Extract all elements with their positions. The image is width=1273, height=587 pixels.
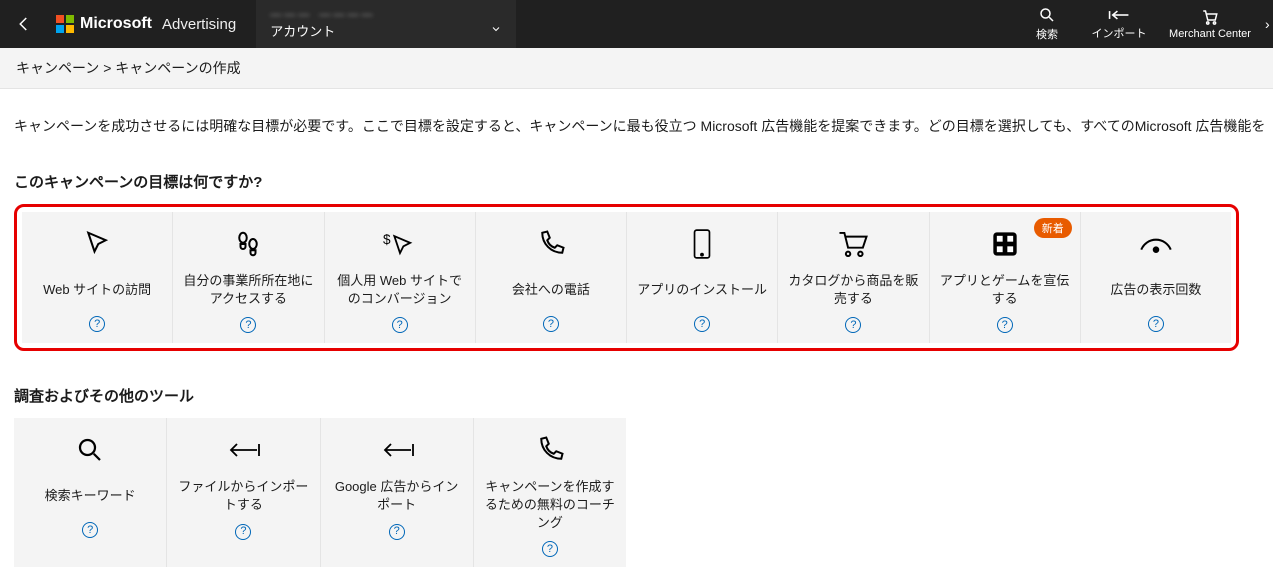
more-indicator: › — [1265, 16, 1273, 32]
tool-import-google[interactable]: Google 広告からインポート ? — [321, 418, 474, 567]
microsoft-logo-icon — [56, 15, 74, 33]
svg-text:$: $ — [383, 232, 391, 247]
goal-label: Web サイトの訪問 — [43, 272, 151, 306]
account-label: アカウント — [270, 21, 335, 40]
goal-label: アプリとゲームを宣伝する — [938, 272, 1072, 307]
goals-heading: このキャンペーンの目標は何ですか? — [14, 171, 1259, 192]
tool-keyword-research[interactable]: 検索キーワード ? — [14, 418, 167, 567]
cursor-icon — [82, 226, 112, 262]
goal-label: 広告の表示回数 — [1110, 272, 1201, 306]
apps-grid-icon — [991, 226, 1019, 262]
tools-grid: 検索キーワード ? ファイルからインポートする ? Google 広告からインポ… — [14, 418, 626, 567]
import-label: インポート — [1092, 25, 1147, 41]
tool-import-file[interactable]: ファイルからインポートする ? — [167, 418, 320, 567]
magnifier-icon — [75, 432, 105, 468]
dollar-cursor-icon: $ — [383, 226, 417, 262]
intro-text: キャンペーンを成功させるには明確な目標が必要です。ここで目標を設定すると、キャン… — [14, 115, 1259, 137]
tools-heading: 調査およびその他のツール — [14, 385, 1259, 406]
help-icon[interactable]: ? — [89, 316, 105, 332]
cart-icon — [837, 226, 869, 262]
account-switcher[interactable]: — — —— — — — アカウント — [256, 0, 516, 48]
tool-label: キャンペーンを作成するための無料のコーチング — [482, 478, 618, 531]
help-icon[interactable]: ? — [240, 317, 256, 333]
breadcrumb-current: キャンペーンの作成 — [115, 60, 240, 76]
footprints-icon — [233, 226, 263, 262]
help-icon[interactable]: ? — [694, 316, 710, 332]
goal-impressions[interactable]: 広告の表示回数 ? — [1081, 212, 1231, 343]
back-button[interactable] — [0, 0, 48, 48]
goal-sell-products[interactable]: カタログから商品を販売する ? — [778, 212, 929, 343]
help-icon[interactable]: ? — [389, 524, 405, 540]
mobile-icon — [690, 226, 714, 262]
breadcrumb: キャンペーン > キャンペーンの作成 — [0, 48, 1273, 89]
new-badge: 新着 — [1034, 218, 1072, 238]
help-icon[interactable]: ? — [543, 316, 559, 332]
goal-label: 会社への電話 — [512, 272, 590, 306]
goal-promote-apps-games[interactable]: 新着 アプリとゲームを宣伝する ? — [930, 212, 1081, 343]
help-icon[interactable]: ? — [392, 317, 408, 333]
help-icon[interactable]: ? — [542, 541, 558, 557]
goal-phone-calls[interactable]: 会社への電話 ? — [476, 212, 627, 343]
breadcrumb-campaigns[interactable]: キャンペーン — [16, 60, 99, 76]
tool-label: ファイルからインポートする — [175, 478, 311, 513]
search-label: 検索 — [1036, 26, 1058, 42]
tool-coaching[interactable]: キャンペーンを作成するための無料のコーチング ? — [474, 418, 626, 567]
goal-business-location[interactable]: 自分の事業所所在地にアクセスする ? — [173, 212, 324, 343]
brand-name: Microsoft — [80, 15, 152, 33]
goal-label: 自分の事業所所在地にアクセスする — [181, 272, 315, 307]
goal-label: 個人用 Web サイトでのコンバージョン — [333, 272, 467, 307]
product-name: Advertising — [162, 16, 236, 33]
goal-conversions[interactable]: $ 個人用 Web サイトでのコンバージョン ? — [325, 212, 476, 343]
app-header: Microsoft Advertising — — —— — — — アカウント… — [0, 0, 1273, 48]
import-arrow-icon — [377, 432, 417, 468]
search-button[interactable]: 検索 — [1011, 0, 1083, 48]
help-icon[interactable]: ? — [235, 524, 251, 540]
merchant-center-button[interactable]: Merchant Center — [1155, 0, 1265, 48]
tool-label: 検索キーワード — [45, 478, 136, 512]
tool-label: Google 広告からインポート — [329, 478, 465, 513]
phone-icon — [535, 432, 565, 468]
chevron-down-icon — [490, 23, 502, 38]
help-icon[interactable]: ? — [997, 317, 1013, 333]
goals-highlight-box: Web サイトの訪問 ? 自分の事業所所在地にアクセスする ? $ 個人用 We… — [14, 204, 1239, 351]
help-icon[interactable]: ? — [1148, 316, 1164, 332]
help-icon[interactable]: ? — [82, 522, 98, 538]
import-button[interactable]: インポート — [1083, 0, 1155, 48]
goal-app-installs[interactable]: アプリのインストール ? — [627, 212, 778, 343]
help-icon[interactable]: ? — [845, 317, 861, 333]
phone-icon — [536, 226, 566, 262]
goals-grid: Web サイトの訪問 ? 自分の事業所所在地にアクセスする ? $ 個人用 We… — [22, 212, 1231, 343]
merchant-center-label: Merchant Center — [1169, 28, 1251, 40]
import-arrow-icon — [223, 432, 263, 468]
brand: Microsoft Advertising — [48, 15, 244, 33]
eye-icon — [1139, 226, 1173, 262]
main-content: キャンペーンを成功させるには明確な目標が必要です。ここで目標を設定すると、キャン… — [0, 89, 1273, 587]
goal-website-visits[interactable]: Web サイトの訪問 ? — [22, 212, 173, 343]
goal-label: カタログから商品を販売する — [786, 272, 920, 307]
goal-label: アプリのインストール — [637, 272, 767, 306]
